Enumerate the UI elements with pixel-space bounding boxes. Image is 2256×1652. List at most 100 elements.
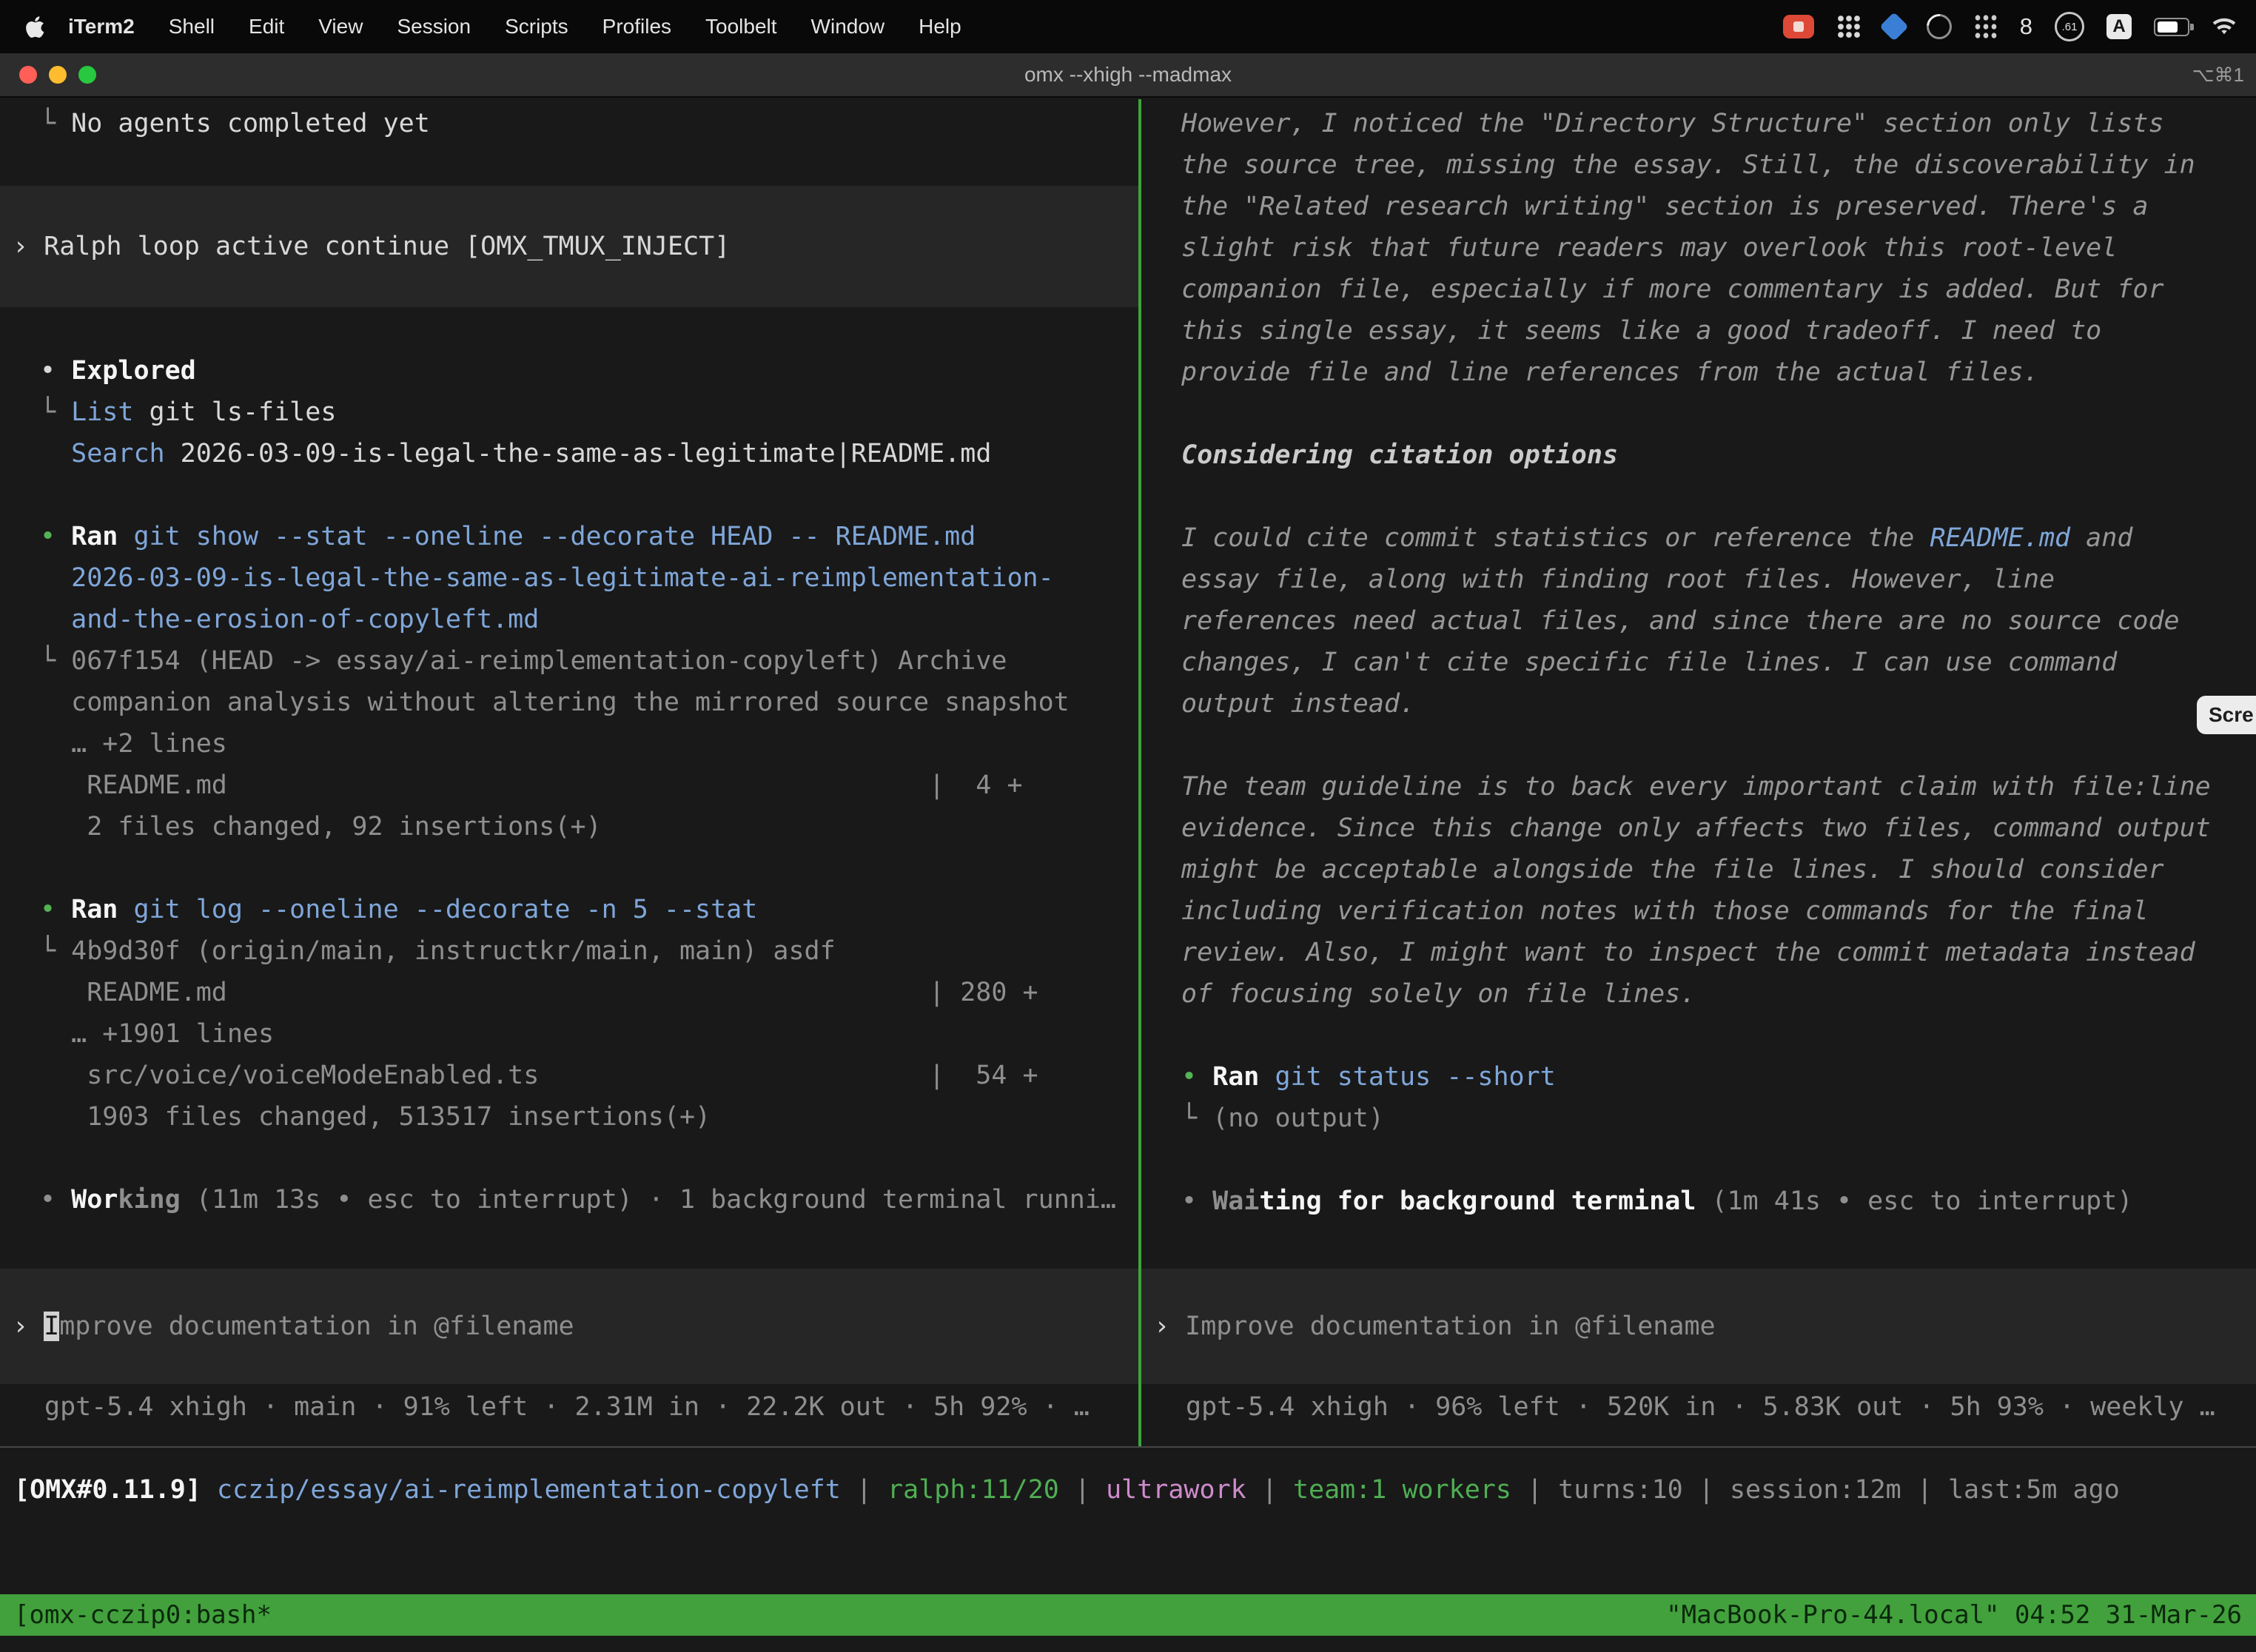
text-segment: of focusing solely on file lines. xyxy=(1181,979,1696,1009)
dots-menu-icon[interactable] xyxy=(1974,13,1998,40)
prompt-input-right[interactable]: › Improve documentation in @filename xyxy=(1141,1306,2256,1347)
text-segment: src/voice/voiceModeEnabled.ts | 54 + xyxy=(40,1061,1038,1090)
terminal-line: • Ran git show --stat --oneline --decora… xyxy=(0,516,1138,557)
dark-circle-app-icon[interactable] xyxy=(1921,9,1957,44)
text-segment xyxy=(40,439,71,469)
ralph-loop-line: › Ralph loop active continue [OMX_TMUX_I… xyxy=(0,226,1138,267)
figure-eight-icon[interactable]: 8 xyxy=(2020,13,2032,40)
text-segment: | xyxy=(1246,1475,1293,1505)
ralph-loop-banner: › Ralph loop active continue [OMX_TMUX_I… xyxy=(0,186,1138,307)
prompt-input-band-left[interactable]: › Improve documentation in @filename xyxy=(0,1269,1138,1384)
text-segment: • xyxy=(40,895,71,924)
app-grid-icon[interactable] xyxy=(1836,14,1861,39)
right-pane[interactable]: However, I noticed the "Directory Struct… xyxy=(1141,99,2256,1446)
text-segment: 2026-03-09-is-legal-the-same-as-legitima… xyxy=(165,439,992,469)
text-segment: ultrawork xyxy=(1106,1475,1246,1505)
minimize-button[interactable] xyxy=(49,66,67,84)
screen: iTerm2 Shell Edit View Session Scripts P… xyxy=(0,0,2256,1652)
text-segment: the "Related research writing" section i… xyxy=(1181,192,2148,221)
menu-item-shell[interactable]: Shell xyxy=(152,15,232,38)
screen-share-button[interactable]: Scre xyxy=(2197,696,2256,734)
text-segment: might be acceptable alongside the file l… xyxy=(1181,855,2164,884)
terminal-line: However, I noticed the "Directory Struct… xyxy=(1141,103,2256,144)
text-segment: ting for background terminal xyxy=(1259,1186,1696,1216)
menu-item-edit[interactable]: Edit xyxy=(232,15,301,38)
terminal-line xyxy=(1141,393,2256,434)
right-pane-scrollback: However, I noticed the "Directory Struct… xyxy=(1141,99,2256,1269)
terminal-line: Considering citation options xyxy=(1141,434,2256,476)
menu-item-session[interactable]: Session xyxy=(380,15,488,38)
menu-item-profiles[interactable]: Profiles xyxy=(585,15,688,38)
text-segment: and xyxy=(2070,523,2132,553)
prompt-input-band-right[interactable]: › Improve documentation in @filename xyxy=(1141,1269,2256,1384)
terminal-line: provide file and line references from th… xyxy=(1141,352,2256,393)
text-segment: team:1 workers xyxy=(1293,1475,1511,1505)
screen-recording-indicator-icon[interactable] xyxy=(1783,15,1814,38)
terminal-line xyxy=(1141,1015,2256,1056)
wifi-icon[interactable] xyxy=(2212,17,2237,36)
text-segment: last:5m ago xyxy=(1948,1475,2120,1505)
terminal-line: └ 067f154 (HEAD -> essay/ai-reimplementa… xyxy=(0,640,1138,682)
terminal-line xyxy=(0,474,1138,516)
text-segment: including verification notes with those … xyxy=(1181,896,2148,926)
menu-item-scripts[interactable]: Scripts xyxy=(488,15,585,38)
text-segment: └ xyxy=(40,936,71,966)
terminal-line: The team guideline is to back every impo… xyxy=(1141,766,2256,807)
text-segment: I could cite commit statistics or refere… xyxy=(1181,523,1930,553)
text-segment: 4b9d30f (origin/main, instructkr/main, m… xyxy=(71,936,836,966)
terminal-line: the source tree, missing the essay. Stil… xyxy=(1141,144,2256,186)
text-segment: and-the-erosion-of-copyleft.md xyxy=(40,605,539,634)
menu-item-help[interactable]: Help xyxy=(902,15,978,38)
terminal-line: I could cite commit statistics or refere… xyxy=(1141,517,2256,559)
terminal-line: README.md | 280 + xyxy=(0,972,1138,1013)
text-segment: companion analysis without altering the … xyxy=(40,688,1070,717)
terminal-line: including verification notes with those … xyxy=(1141,890,2256,932)
text-segment: • xyxy=(40,356,71,386)
text-segment: | xyxy=(1511,1475,1558,1505)
blue-app-icon[interactable] xyxy=(1879,12,1909,41)
text-segment: mprove documentation in @filename xyxy=(59,1312,574,1341)
text-segment: references need actual files, and since … xyxy=(1181,606,2180,636)
close-button[interactable] xyxy=(19,66,37,84)
text-segment: … +2 lines xyxy=(40,729,227,759)
menu-item-toolbelt[interactable]: Toolbelt xyxy=(688,15,794,38)
menu-item-view[interactable]: View xyxy=(301,15,380,38)
battery-fill xyxy=(2158,21,2178,33)
text-segment: However, I noticed the "Directory Struct… xyxy=(1181,109,2164,138)
text-segment: README.md | 4 + xyxy=(40,770,1023,800)
text-segment: I xyxy=(44,1312,59,1341)
input-source-icon[interactable]: A xyxy=(2106,14,2132,39)
text-segment: List xyxy=(71,397,133,427)
menu-item-window[interactable]: Window xyxy=(794,15,902,38)
battery-icon[interactable] xyxy=(2154,18,2189,36)
zoom-button[interactable] xyxy=(78,66,96,84)
text-segment: output instead. xyxy=(1181,689,1415,719)
text-segment: king xyxy=(118,1185,180,1215)
prompt-input-left[interactable]: › Improve documentation in @filename xyxy=(0,1306,1138,1347)
omx-status-bar: [OMX#0.11.9] cczip/essay/ai-reimplementa… xyxy=(0,1449,2256,1531)
terminal-line: src/voice/voiceModeEnabled.ts | 54 + xyxy=(0,1055,1138,1096)
tmux-session-window[interactable]: [omx-cczip0:bash* xyxy=(14,1600,272,1630)
terminal-line: • Waiting for background terminal (1m 41… xyxy=(1141,1181,2256,1222)
text-segment: … +1901 lines xyxy=(40,1019,274,1049)
percent-circle-icon[interactable]: .61 xyxy=(2055,12,2084,41)
apple-menu-icon[interactable] xyxy=(25,15,45,39)
text-segment: | xyxy=(1059,1475,1106,1505)
terminal-line: this single essay, it seems like a good … xyxy=(1141,310,2256,352)
menu-item-iterm2[interactable]: iTerm2 xyxy=(51,15,152,38)
terminal-line xyxy=(1141,476,2256,517)
text-segment: Ran xyxy=(71,522,133,551)
terminal-line: • Explored xyxy=(0,350,1138,392)
window-title-bar[interactable]: omx --xhigh --madmax ⌥⌘1 xyxy=(0,53,2256,98)
text-segment: 1903 files changed, 513517 insertions(+) xyxy=(40,1102,711,1132)
text-segment: git show --stat --oneline --decorate HEA… xyxy=(133,522,976,551)
battery-cap xyxy=(2190,24,2194,30)
text-segment: | xyxy=(841,1475,887,1505)
text-segment: Ran xyxy=(71,895,133,924)
text-segment: README.md xyxy=(1930,523,2070,553)
left-pane[interactable]: └ No agents completed yet › Ralph loop a… xyxy=(0,99,1138,1446)
session-status-right: gpt-5.4 xhigh · 96% left · 520K in · 5.8… xyxy=(1141,1386,2256,1428)
left-pane-body-lines: • Explored└ List git ls-files Search 202… xyxy=(0,350,1138,1220)
terminal-line: companion file, especially if more comme… xyxy=(1141,269,2256,310)
text-segment: README.md | 280 + xyxy=(40,978,1038,1007)
